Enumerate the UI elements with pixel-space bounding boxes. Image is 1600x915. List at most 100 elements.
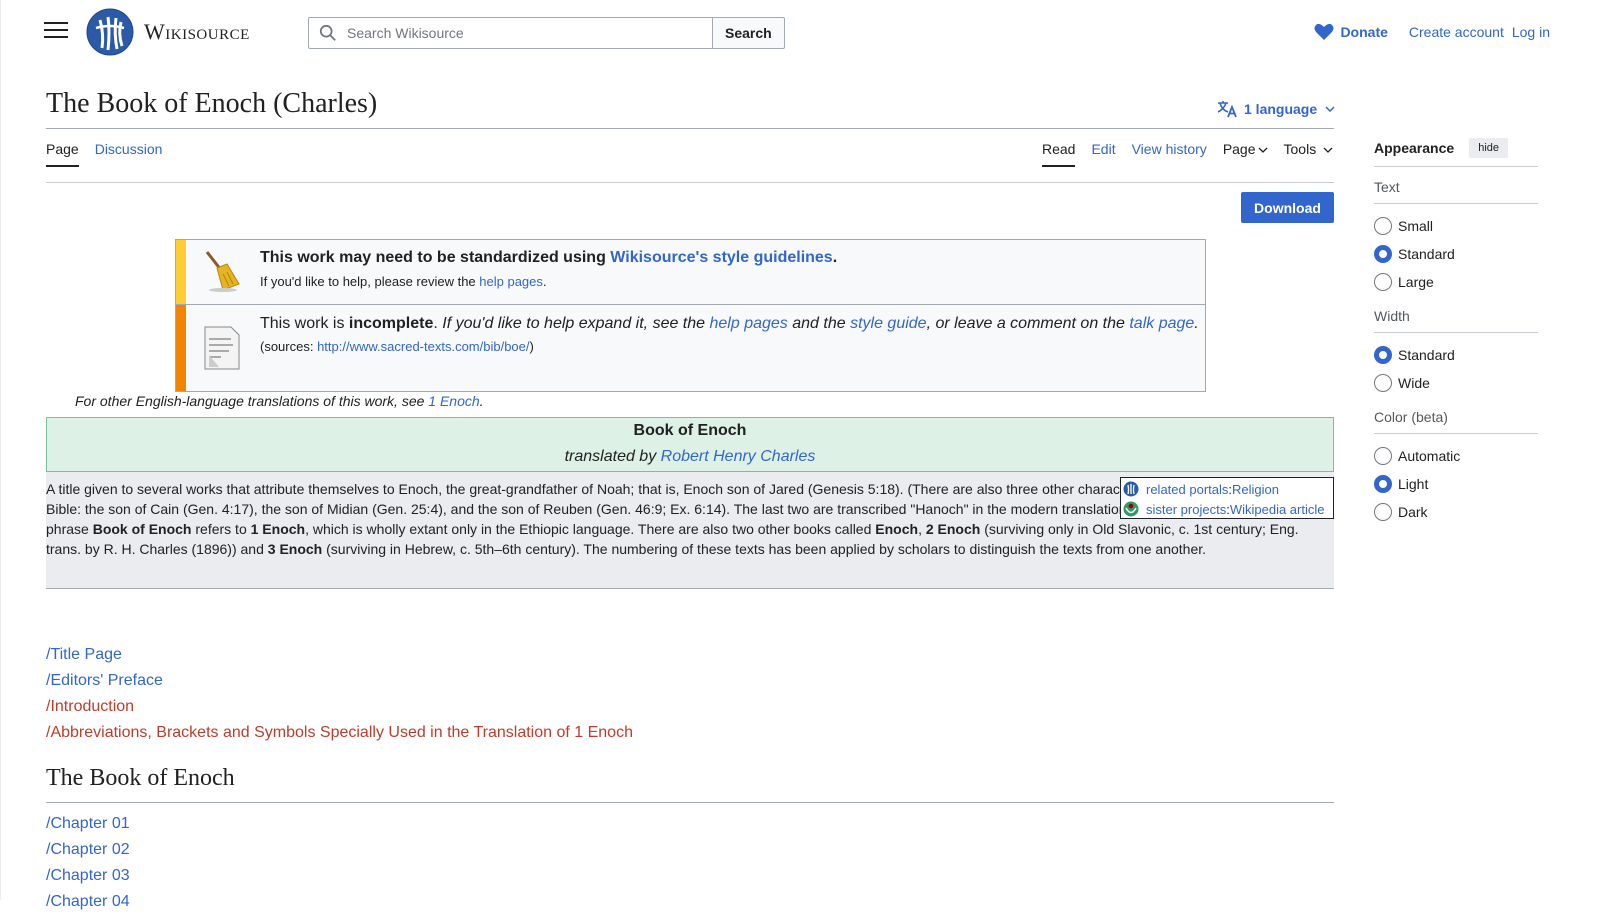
radio-width-standard[interactable]: Standard [1374, 341, 1538, 369]
style-guidelines-link[interactable]: Wikisource's style guidelines [610, 249, 832, 266]
chevron-down-icon [1325, 106, 1335, 112]
download-button[interactable]: Download [1241, 192, 1334, 223]
tab-edit[interactable]: Edit [1091, 141, 1115, 167]
incomplete-p1: This work is [260, 315, 349, 332]
desc-s4: , [918, 521, 926, 537]
search-box[interactable] [308, 17, 712, 49]
related-portals-label[interactable]: related portals [1146, 482, 1228, 497]
desc-s6: (surviving in Hebrew, c. 5th–6th century… [322, 541, 1207, 557]
list-item[interactable]: /Chapter 02 [46, 841, 130, 858]
tab-page[interactable]: Page [46, 141, 79, 167]
tab-view-history[interactable]: View history [1132, 141, 1207, 167]
tab-read[interactable]: Read [1042, 141, 1076, 167]
incomplete-i1: If you'd like to help expand it, see the [442, 315, 710, 332]
radio-color-dark[interactable]: Dark [1374, 498, 1538, 526]
namespace-tabs: Page Discussion [46, 141, 178, 167]
appearance-panel: Appearance hide Text Small Standard Larg… [1374, 138, 1538, 526]
radio-color-automatic[interactable]: Automatic [1374, 442, 1538, 470]
list-item[interactable]: /Introduction [46, 698, 134, 715]
sources-suffix: ) [529, 339, 534, 354]
chapter-list: /Chapter 01 /Chapter 02 /Chapter 03 /Cha… [46, 811, 130, 915]
language-button[interactable]: 1 language [1217, 100, 1335, 118]
talk-page-link[interactable]: talk page [1129, 315, 1194, 332]
translated-by-label: translated by [564, 448, 661, 465]
width-options: Standard Wide [1374, 333, 1538, 397]
document-icon [186, 305, 256, 391]
tools-menu-label: Tools [1283, 141, 1317, 157]
section-heading: The Book of Enoch [46, 765, 235, 791]
radio-label: Standard [1398, 246, 1455, 262]
search-input[interactable] [345, 24, 685, 42]
create-account-link[interactable]: Create account [1409, 24, 1504, 40]
chevron-down-icon [1323, 147, 1333, 153]
donate-link[interactable]: Donate [1314, 23, 1388, 41]
search-icon [319, 24, 336, 41]
view-tabs: Read Edit View history Page Tools [1042, 141, 1349, 167]
incomplete-notice: This work is incomplete. If you'd like t… [175, 305, 1206, 392]
color-label: Color (beta) [1374, 409, 1538, 434]
radio-text-large[interactable]: Large [1374, 268, 1538, 296]
1-enoch-link[interactable]: 1 Enoch [428, 393, 479, 409]
incomplete-notice-text: This work is incomplete. If you'd like t… [260, 311, 1199, 337]
sister-projects-label[interactable]: sister projects [1146, 502, 1226, 517]
sources-line: (sources: http://www.sacred-texts.com/bi… [260, 339, 1199, 354]
notices: This work may need to be standardized us… [175, 239, 1206, 392]
radio-color-light[interactable]: Light [1374, 470, 1538, 498]
style-guide-link-text: style guide [850, 315, 927, 332]
incomplete-bold: incomplete [348, 315, 434, 332]
incomplete-p2: . [433, 315, 443, 332]
title-divider [46, 128, 1334, 129]
section-divider [46, 802, 1334, 803]
translate-icon [1217, 101, 1237, 118]
religion-portal-link[interactable]: Religion [1232, 482, 1279, 497]
text-size-label: Text [1374, 179, 1538, 204]
list-item[interactable]: /Chapter 03 [46, 867, 130, 884]
main-menu-icon[interactable] [44, 22, 68, 42]
radio-text-small[interactable]: Small [1374, 212, 1538, 240]
style-notice: This work may need to be standardized us… [175, 239, 1206, 305]
style-notice-subtext: If you'd like to help, please review the… [260, 274, 837, 289]
work-title: Book of Enoch [633, 422, 747, 439]
style-sub-prefix: If you'd like to help, please review the [260, 274, 480, 289]
radio-label: Large [1398, 274, 1434, 290]
style-sub-suffix: . [542, 274, 547, 289]
other-translations-suffix: . [479, 393, 484, 409]
help-pages-link-2-text: help pages [709, 315, 788, 332]
page-edge [0, 0, 1, 900]
list-item[interactable]: /Chapter 01 [46, 815, 130, 832]
related-box: related portals: Religion sister project… [1120, 477, 1334, 519]
chevron-down-icon [1258, 147, 1267, 153]
radio-label: Dark [1398, 504, 1428, 520]
radio-width-wide[interactable]: Wide [1374, 369, 1538, 397]
translator-link[interactable]: Robert Henry Charles [661, 448, 816, 465]
wikipedia-article-link[interactable]: Wikipedia article [1230, 502, 1325, 517]
front-matter-list: /Title Page /Editors' Preface /Introduct… [46, 642, 633, 746]
radio-label: Standard [1398, 347, 1455, 363]
sister-projects-row: sister projects: Wikipedia article [1123, 499, 1331, 519]
radio-label: Light [1398, 476, 1429, 492]
list-item[interactable]: /Editors' Preface [46, 672, 163, 689]
portal-icon [1123, 481, 1139, 497]
list-item[interactable]: /Abbreviations, Brackets and Symbols Spe… [46, 724, 633, 741]
site-name: Wikisource [144, 19, 250, 44]
radio-selected-icon [1374, 475, 1392, 493]
help-pages-link[interactable]: help pages [479, 274, 543, 289]
hide-button[interactable]: hide [1469, 138, 1508, 158]
list-item[interactable]: /Title Page [46, 646, 122, 663]
site-logo[interactable]: Wikisource [86, 8, 250, 56]
sources-link[interactable]: http://www.sacred-texts.com/bib/boe/ [317, 339, 529, 354]
tab-discussion[interactable]: Discussion [95, 141, 163, 167]
radio-text-standard[interactable]: Standard [1374, 240, 1538, 268]
help-pages-link-2[interactable]: help pages [710, 315, 788, 332]
language-label: 1 language [1244, 101, 1318, 117]
tools-menu[interactable]: Tools [1284, 141, 1334, 167]
list-item[interactable]: /Chapter 04 [46, 893, 130, 910]
search-button[interactable]: Search [712, 17, 785, 49]
style-guide-link[interactable]: style guide [850, 315, 927, 332]
radio-label: Wide [1398, 375, 1430, 391]
log-in-link[interactable]: Log in [1512, 24, 1550, 40]
other-translations-note: For other English-language translations … [75, 393, 484, 409]
radio-selected-icon [1374, 346, 1392, 364]
page-menu[interactable]: Page [1223, 141, 1268, 167]
incomplete-i3: , or leave a comment on the [926, 315, 1130, 332]
